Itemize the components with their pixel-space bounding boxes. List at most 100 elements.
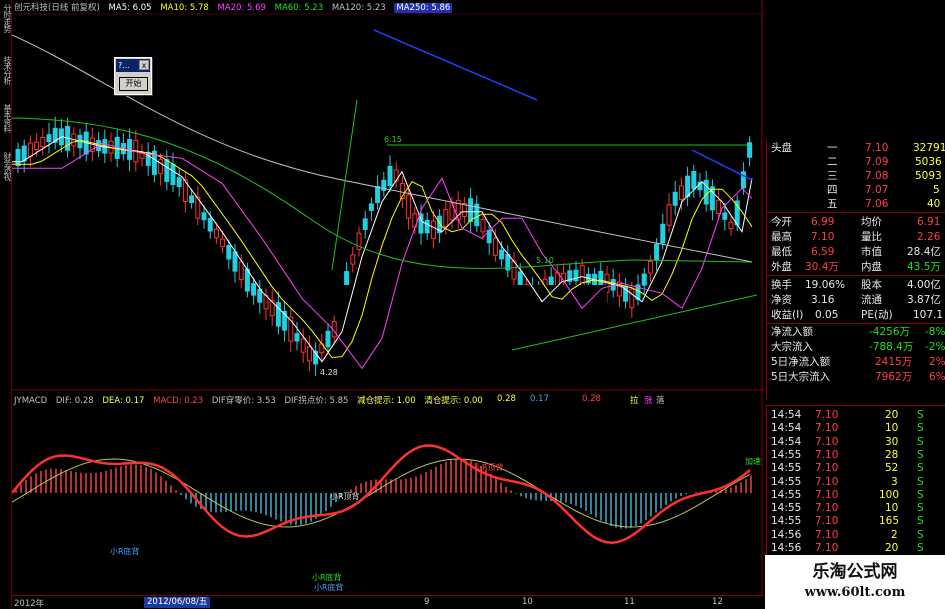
tick-row: 14:55 7.10 165 S <box>767 514 945 528</box>
tick-volume: 2 <box>891 528 898 541</box>
tick-volume: 3 <box>891 475 898 488</box>
flow-row: 5日大宗流入 7962万 6% <box>767 369 945 385</box>
tick-volume: 20 <box>885 542 899 554</box>
ma120-label: MA120: 5.23 <box>331 3 386 13</box>
close-icon[interactable]: x <box>139 60 149 70</box>
stat-value: 6.91 <box>917 216 941 228</box>
tick-price: 7.10 <box>815 488 839 501</box>
annotation-bottom-divergence: 小R底背 <box>110 547 140 556</box>
start-dialog: ?... x 开始 <box>114 57 152 95</box>
candle-body <box>660 223 666 244</box>
stat-key: 流通 <box>861 294 882 306</box>
candle-body <box>300 338 306 353</box>
candle-body <box>424 219 430 234</box>
candle-body <box>368 203 374 211</box>
tick-price: 7.10 <box>815 542 839 554</box>
ma250-label: MA250: 5.86 <box>394 3 453 13</box>
dif-inflect-label: DIF拐点价: 5.85 <box>284 396 349 406</box>
candle-body <box>294 333 300 342</box>
order-level: 五 <box>827 198 838 210</box>
candle-body <box>170 163 176 186</box>
start-button[interactable]: 开始 <box>119 77 148 91</box>
candle-body <box>362 218 368 230</box>
dif-label: DIF: 0.28 <box>55 396 94 406</box>
candle-body <box>443 209 449 228</box>
tick-side: S <box>917 435 924 448</box>
tick-time: 14:56 <box>771 528 802 541</box>
tick-side: S <box>917 422 924 435</box>
candle-body <box>251 283 257 296</box>
tick-time: 14:55 <box>771 502 802 515</box>
candle-body <box>722 212 728 220</box>
tick-time: 14:55 <box>771 515 802 528</box>
tick-list[interactable]: 14:54 7.10 20 S 14:54 7.10 10 S 14:54 7.10 30 S 14:5… <box>766 405 945 555</box>
stat-row: 换手 19.06% 股本 4.00亿 <box>767 277 945 293</box>
tick-row: 14:55 7.10 10 S <box>767 501 945 515</box>
flow-pct: -2% <box>925 341 945 353</box>
flow-key: 5日大宗流入 <box>771 371 831 383</box>
candle-body <box>573 269 579 282</box>
stat-key: 内盘 <box>861 261 882 273</box>
candle-body <box>158 159 164 175</box>
candle-body <box>517 271 523 288</box>
candle-body <box>393 169 399 182</box>
ind-value-2: 0.17 <box>530 394 549 404</box>
stat-value: 30.4万 <box>805 261 839 273</box>
candle-body <box>189 195 195 204</box>
stat-row: 最高 7.10 量比 2.26 <box>767 229 945 245</box>
stat-value: 6.99 <box>811 216 835 228</box>
tick-time: 14:55 <box>771 448 802 461</box>
candle-body <box>40 137 46 147</box>
flow-value: -788.4万 <box>869 341 914 353</box>
stat-key: 收益(I) <box>771 309 804 321</box>
candle-body <box>306 346 312 362</box>
stat-row: 今开 6.99 均价 6.91 <box>767 214 945 230</box>
candle-body <box>164 159 170 182</box>
tick-side: S <box>917 488 924 501</box>
stat-row: 净资 3.16 流通 3.87亿 <box>767 292 945 308</box>
flow-value: 2415万 <box>875 356 913 368</box>
date-axis[interactable]: 2012年 2012/06/08/五 9 10 11 12 <box>12 595 764 609</box>
tab-intraday[interactable]: 分时走势 <box>0 4 12 48</box>
watermark: 乐淘公式网 www.60lt.com <box>765 555 945 609</box>
flow-row: 大宗流入 -788.4万 -2% <box>767 339 945 355</box>
ma20-line <box>12 142 753 370</box>
ma20-label: MA20: 5.69 <box>217 3 266 13</box>
tick-row: 14:54 7.10 10 S <box>767 421 945 435</box>
stat-row: 外盘 30.4万 内盘 43.5万 <box>767 259 945 275</box>
indicator-legend: JYMACD DIF: 0.28 DEA: 0.17 MACD: 0.23 DI… <box>14 394 489 406</box>
indicator-name: JYMACD <box>14 396 48 406</box>
candle-body <box>27 142 33 157</box>
year-label: 2012年 <box>14 599 45 609</box>
tab-technical[interactable]: 技术分析 <box>0 56 12 100</box>
candle-body <box>499 249 505 260</box>
high-price-label: 6.15 <box>384 135 402 144</box>
tab-fundamentals[interactable]: 基本资料 <box>0 104 12 148</box>
stat-key: 最高 <box>771 231 792 243</box>
flow-key: 净流入额 <box>771 326 813 338</box>
up-label: 涨 <box>644 396 653 406</box>
candle-body <box>220 238 226 248</box>
pull-label: 拉 <box>630 396 639 406</box>
flow-pct: 6% <box>929 371 945 383</box>
stat-value: 6.59 <box>811 246 835 258</box>
tick-time: 14:55 <box>771 462 802 475</box>
stat-key: 量比 <box>861 231 882 243</box>
dif-cross-label: DIF穿零价: 3.53 <box>211 396 276 406</box>
tick-side: S <box>917 462 924 475</box>
ma250-line <box>373 29 538 101</box>
month-mark: 9 <box>424 597 430 607</box>
watermark-title: 乐淘公式网 <box>812 562 898 582</box>
candle-body <box>375 186 381 204</box>
candle-body <box>678 185 684 200</box>
left-tab-strip: 分时走势 技术分析 基本资料 财务透视 <box>0 0 12 609</box>
tick-row: 14:55 7.10 28 S <box>767 448 945 462</box>
tick-volume: 10 <box>885 502 899 515</box>
candle-body <box>747 142 753 158</box>
tab-finance[interactable]: 财务透视 <box>0 152 12 196</box>
flow-key: 大宗流入 <box>771 341 813 353</box>
order-price: 7.06 <box>865 198 889 210</box>
flow-key: 5日净流入额 <box>771 356 831 368</box>
candle-body <box>480 219 486 233</box>
stat-value: 7.10 <box>811 231 835 243</box>
